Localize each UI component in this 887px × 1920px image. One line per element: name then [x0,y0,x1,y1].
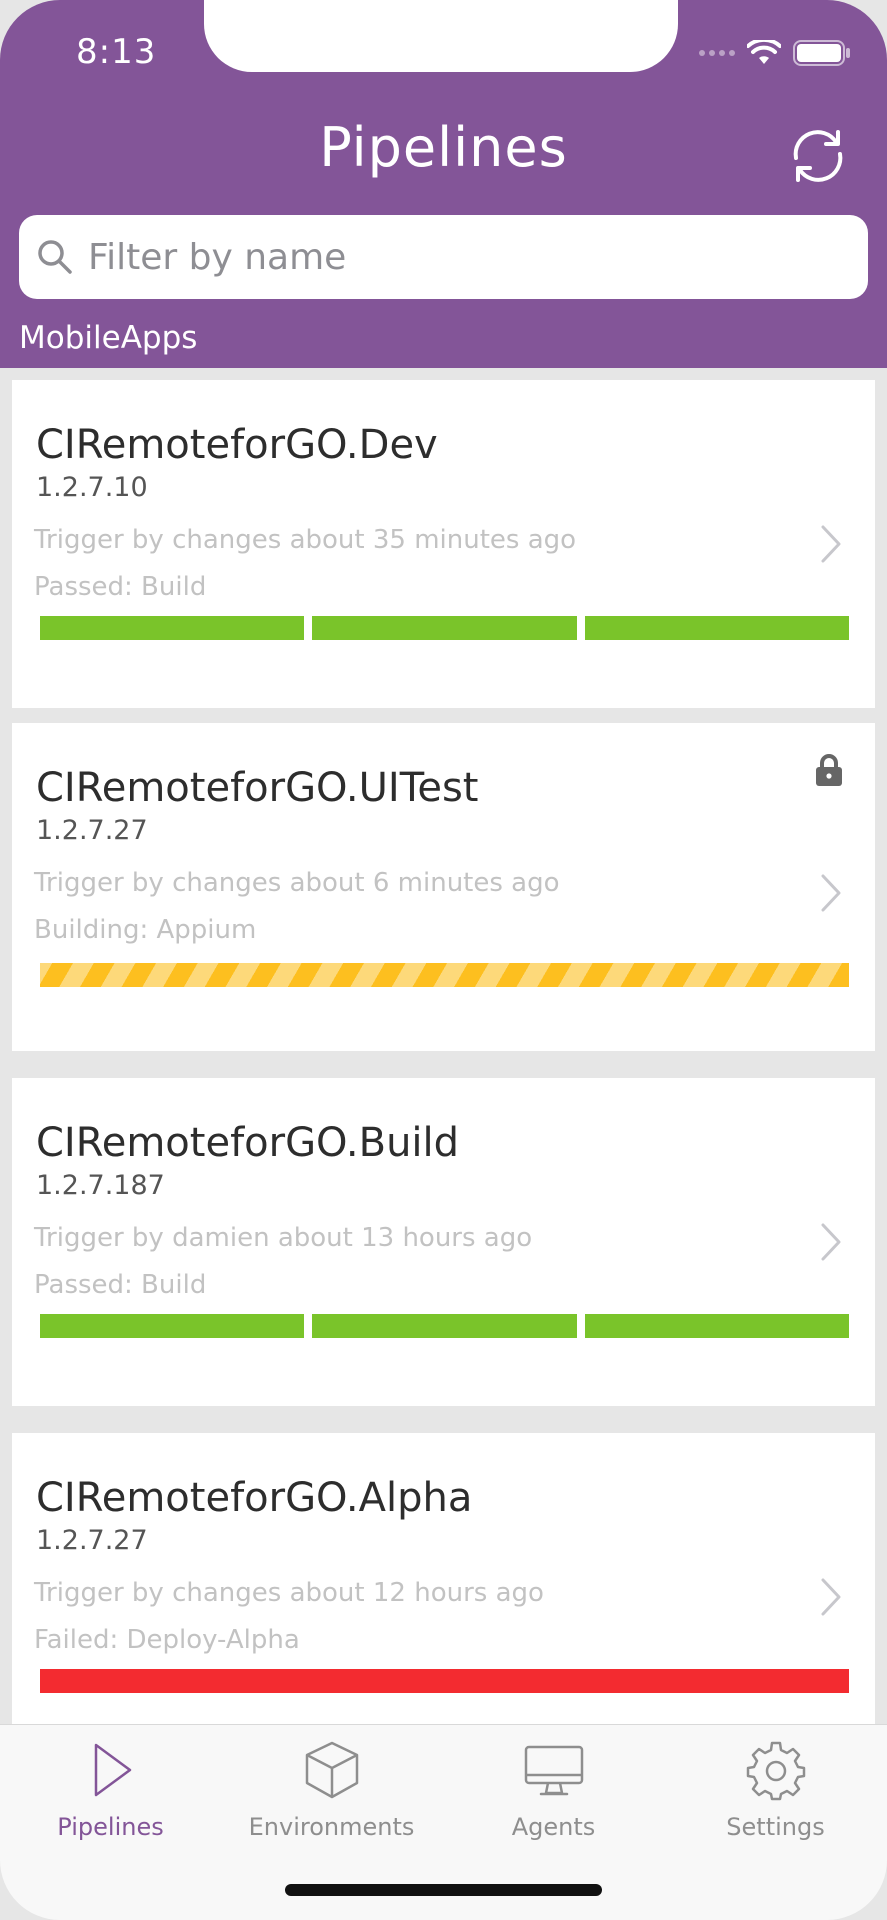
stage-passed [312,616,577,640]
page-title: Pipelines [319,116,568,179]
stage-failed [40,1669,849,1693]
play-icon [94,1743,131,1797]
stage-progress-bar [40,1314,849,1338]
tab-pipelines[interactable]: Pipelines [0,1739,221,1869]
tab-label: Pipelines [57,1813,164,1841]
group-label: MobileApps [19,320,198,356]
search-bar[interactable] [19,215,868,299]
monitor-icon [524,1745,583,1796]
stage-passed [584,1314,849,1338]
tab-settings[interactable]: Settings [665,1739,886,1869]
pipeline-trigger: Trigger by damien about 13 hours ago [34,1223,533,1253]
pipeline-card[interactable]: CIRemoteforGO.Build 1.2.7.187 Trigger by… [12,1078,875,1406]
tab-label: Settings [726,1813,825,1841]
app-screen: 8:13 Pipelines Filter by name MobileApps… [0,0,887,1920]
status-time: 8:13 [76,32,157,72]
pipeline-name: CIRemoteforGO.Dev [36,422,438,468]
lock-icon [816,754,842,786]
tab-label: Agents [511,1813,596,1841]
chevron-right-icon [821,525,841,563]
tab-environments[interactable]: Environments [221,1739,442,1869]
pipeline-name: CIRemoteforGO.Alpha [36,1475,473,1521]
pipeline-status: Passed: Build [34,572,207,602]
pipeline-trigger: Trigger by changes about 35 minutes ago [34,525,577,555]
home-indicator[interactable] [285,1884,602,1896]
pipeline-card[interactable]: CIRemoteforGO.Dev 1.2.7.10 Trigger by ch… [12,380,875,708]
stage-passed [40,616,305,640]
pipeline-card[interactable]: CIRemoteforGO.Alpha 1.2.7.27 Trigger by … [12,1433,875,1761]
chevron-right-icon [821,1223,841,1261]
stage-progress-bar [40,616,849,640]
search-icon [38,240,72,274]
search-input[interactable] [88,236,828,278]
refresh-icon[interactable] [786,124,850,188]
device-notch [204,0,678,72]
header: 8:13 Pipelines Filter by name MobileApps [0,0,887,368]
stage-passed [584,616,849,640]
pipeline-status: Building: Appium [34,915,257,945]
pipeline-trigger: Trigger by changes about 12 hours ago [34,1578,544,1608]
pipeline-version: 1.2.7.27 [36,1525,148,1556]
pipeline-version: 1.2.7.10 [36,472,148,503]
status-indicators [699,38,851,68]
stage-building [40,963,849,987]
pipeline-version: 1.2.7.187 [36,1170,165,1201]
chevron-right-icon [821,874,841,912]
wifi-icon [747,40,781,64]
pipeline-card[interactable]: CIRemoteforGO.UITest 1.2.7.27 Trigger by… [12,723,875,1051]
pipeline-name: CIRemoteforGO.UITest [36,765,479,811]
pipeline-version: 1.2.7.27 [36,815,148,846]
pipeline-status: Failed: Deploy-Alpha [34,1625,300,1655]
pipeline-trigger: Trigger by changes about 6 minutes ago [34,868,560,898]
chevron-right-icon [821,1578,841,1616]
gear-icon [746,1741,805,1801]
battery-icon [793,40,850,66]
tab-label: Environments [248,1813,415,1841]
stage-passed [40,1314,305,1338]
pipeline-name: CIRemoteforGO.Build [36,1120,460,1166]
pipeline-status: Passed: Build [34,1270,207,1300]
tab-agents[interactable]: Agents [443,1739,664,1869]
cellular-signal-icon [699,50,735,56]
stage-passed [312,1314,577,1338]
cube-icon [305,1741,358,1799]
